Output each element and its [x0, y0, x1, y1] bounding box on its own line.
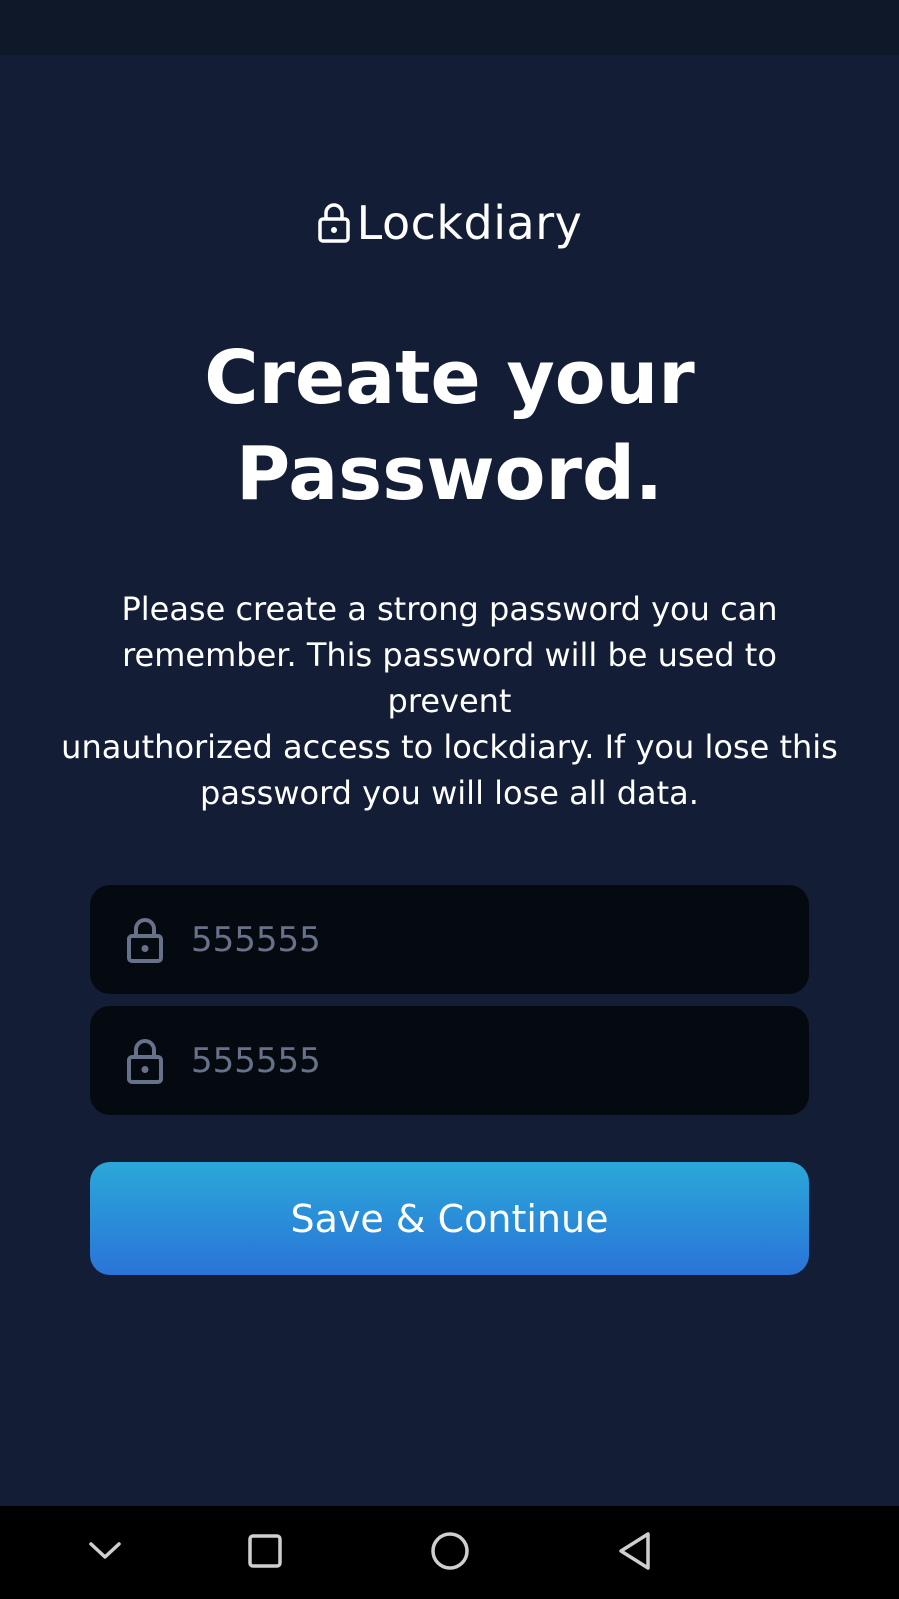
description-line: remember. This password will be used to: [122, 636, 777, 674]
description-line: prevent: [387, 682, 512, 720]
navigation-bar: [0, 1506, 899, 1599]
home-icon: [430, 1531, 470, 1575]
app-name: Lockdiary: [356, 196, 583, 250]
save-continue-button[interactable]: Save & Continue: [90, 1162, 809, 1275]
lock-icon: [125, 1037, 165, 1085]
lock-icon: [125, 916, 165, 964]
description: Please create a strong password you can …: [0, 586, 899, 816]
nav-hide-button[interactable]: [60, 1506, 150, 1599]
status-bar: [0, 0, 899, 55]
password-field[interactable]: [90, 885, 809, 994]
nav-home-button[interactable]: [405, 1506, 495, 1599]
recent-apps-icon: [247, 1533, 283, 1573]
chevron-down-icon: [88, 1541, 122, 1565]
back-icon: [617, 1531, 653, 1575]
page-title: Create your Password.: [0, 330, 899, 522]
confirm-password-field[interactable]: [90, 1006, 809, 1115]
page-title-line: Password.: [235, 431, 664, 517]
lock-icon: [317, 200, 353, 246]
description-line: unauthorized access to lockdiary. If you…: [61, 728, 838, 766]
nav-back-button[interactable]: [590, 1506, 680, 1599]
description-line: password you will lose all data.: [200, 774, 699, 812]
description-line: Please create a strong password you can: [121, 590, 778, 628]
password-input[interactable]: [191, 919, 751, 960]
app-header: Lockdiary: [0, 188, 899, 258]
confirm-password-input[interactable]: [191, 1040, 751, 1081]
nav-recent-apps-button[interactable]: [220, 1506, 310, 1599]
page-title-line: Create your: [204, 335, 695, 421]
